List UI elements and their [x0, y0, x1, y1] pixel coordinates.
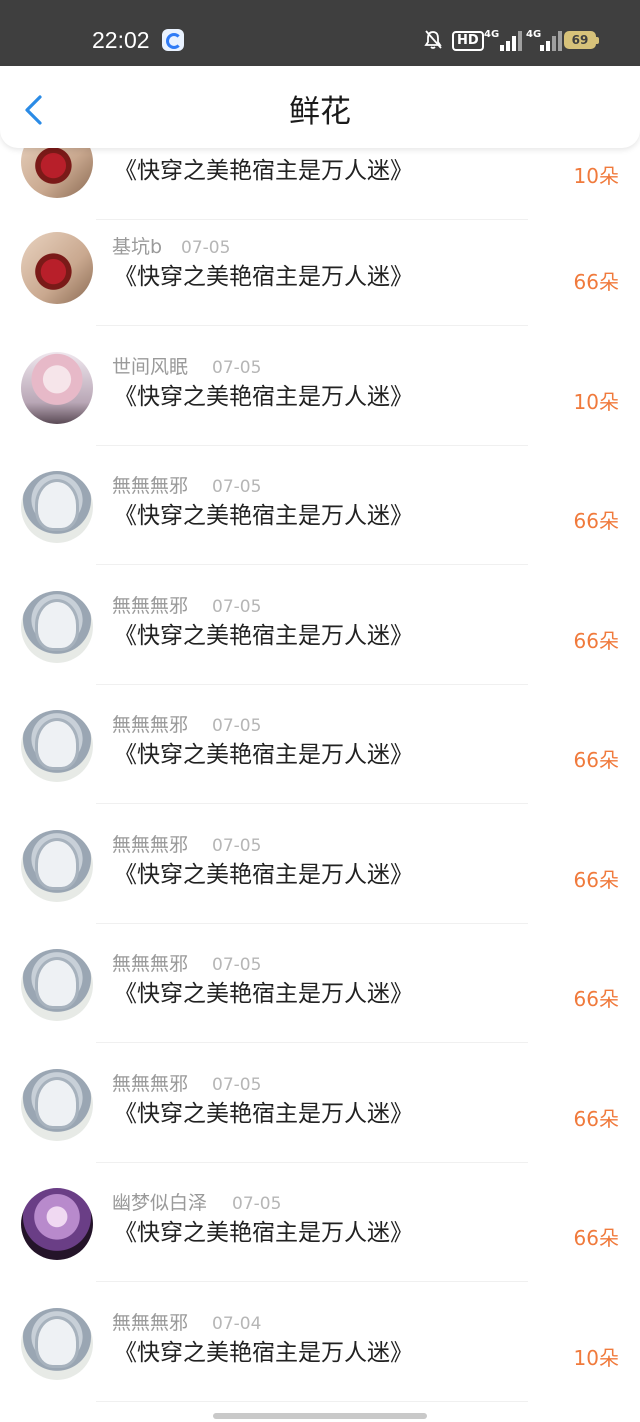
flower-amount: 66朵	[573, 270, 619, 294]
avatar[interactable]	[21, 591, 93, 663]
network-type: 4G	[484, 29, 500, 40]
user-name[interactable]: 無無無邪	[112, 1311, 188, 1335]
book-title[interactable]: 《快穿之美艳宿主是万人迷》	[114, 621, 413, 651]
flower-amount: 66朵	[573, 629, 619, 653]
home-indicator[interactable]	[213, 1413, 427, 1419]
user-name[interactable]: 無無無邪	[112, 713, 188, 737]
signal-icon: 4G	[484, 29, 522, 51]
list-item[interactable]: 無無無邪 07-05 《快穿之美艳宿主是万人迷》 66朵	[0, 684, 640, 804]
user-name[interactable]: 世间风眠	[112, 355, 188, 379]
signal-icon: 4G	[526, 29, 562, 51]
battery-icon: 69	[564, 31, 599, 49]
date: 07-05	[212, 1075, 262, 1095]
list-item[interactable]: 無無無邪 07-05 《快穿之美艳宿主是万人迷》 66朵	[0, 804, 640, 924]
bell-off-icon	[424, 30, 442, 49]
book-title[interactable]: 《快穿之美艳宿主是万人迷》	[114, 156, 413, 186]
network-type: 4G	[526, 29, 542, 40]
book-title[interactable]: 《快穿之美艳宿主是万人迷》	[114, 860, 413, 890]
list-item[interactable]: 無無無邪 07-05 《快穿之美艳宿主是万人迷》 66朵	[0, 565, 640, 685]
book-title[interactable]: 《快穿之美艳宿主是万人迷》	[114, 1338, 413, 1368]
app-notification-icon	[162, 29, 184, 51]
book-title[interactable]: 《快穿之美艳宿主是万人迷》	[114, 979, 413, 1009]
list-item[interactable]: 無無無邪 07-05 《快穿之美艳宿主是万人迷》 66朵	[0, 1043, 640, 1163]
user-name[interactable]: 無無無邪	[112, 474, 188, 498]
avatar[interactable]	[21, 1069, 93, 1141]
date: 07-05	[212, 716, 262, 736]
clock: 22:02	[92, 27, 150, 53]
list-item[interactable]: 無無無邪 07-05 《快穿之美艳宿主是万人迷》 66朵	[0, 923, 640, 1043]
nav-header: 鲜花	[0, 66, 640, 148]
list-item[interactable]: 幽梦似白泽 07-05 《快穿之美艳宿主是万人迷》 66朵	[0, 1162, 640, 1282]
avatar[interactable]	[21, 471, 93, 543]
date: 07-05	[212, 597, 262, 617]
flower-amount: 66朵	[573, 868, 619, 892]
date: 07-05	[232, 1194, 282, 1214]
flower-amount: 66朵	[573, 1107, 619, 1131]
book-title[interactable]: 《快穿之美艳宿主是万人迷》	[114, 382, 413, 412]
book-title[interactable]: 《快穿之美艳宿主是万人迷》	[114, 1218, 413, 1248]
avatar[interactable]	[21, 830, 93, 902]
flower-amount: 66朵	[573, 509, 619, 533]
book-title[interactable]: 《快穿之美艳宿主是万人迷》	[114, 262, 413, 292]
book-title[interactable]: 《快穿之美艳宿主是万人迷》	[114, 1099, 413, 1129]
list-item[interactable]: 無無無邪 07-05 《快穿之美艳宿主是万人迷》 66朵	[0, 445, 640, 565]
avatar[interactable]	[21, 710, 93, 782]
page-title: 鲜花	[289, 94, 351, 130]
list-item[interactable]: 世间风眠 07-05 《快穿之美艳宿主是万人迷》 10朵	[0, 326, 640, 446]
book-title[interactable]: 《快穿之美艳宿主是万人迷》	[114, 740, 413, 770]
avatar[interactable]	[21, 352, 93, 424]
list-item[interactable]: 基坑b 07-05 《快穿之美艳宿主是万人迷》 66朵	[0, 206, 640, 326]
user-name[interactable]: 無無無邪	[112, 833, 188, 857]
avatar[interactable]	[21, 1308, 93, 1380]
user-name[interactable]: 無無無邪	[112, 594, 188, 618]
avatar[interactable]	[21, 949, 93, 1021]
user-name[interactable]: 無無無邪	[112, 1072, 188, 1096]
list-item[interactable]: 無無無邪 07-04 《快穿之美艳宿主是万人迷》 10朵	[0, 1282, 640, 1402]
date: 07-04	[212, 1314, 262, 1334]
user-name[interactable]: 幽梦似白泽	[112, 1191, 207, 1215]
date: 07-05	[212, 477, 262, 497]
user-name[interactable]: 基坑b	[112, 235, 162, 259]
flower-amount: 66朵	[573, 987, 619, 1011]
avatar[interactable]	[21, 1188, 93, 1260]
date: 07-05	[212, 955, 262, 975]
flower-amount: 66朵	[573, 1226, 619, 1250]
divider	[96, 1401, 528, 1402]
status-bar: 22:02 HD 4G 4G 69	[0, 0, 640, 66]
hd-icon: HD	[452, 31, 484, 51]
flower-amount: 10朵	[573, 390, 619, 414]
date: 07-05	[181, 238, 231, 258]
date: 07-05	[212, 358, 262, 378]
flower-list: 《快穿之美艳宿主是万人迷》 10朵 基坑b 07-05 《快穿之美艳宿主是万人迷…	[0, 0, 640, 1410]
flower-amount: 10朵	[573, 1346, 619, 1370]
user-name[interactable]: 無無無邪	[112, 952, 188, 976]
flower-amount: 66朵	[573, 748, 619, 772]
book-title[interactable]: 《快穿之美艳宿主是万人迷》	[114, 501, 413, 531]
flower-amount: 10朵	[573, 164, 619, 188]
avatar[interactable]	[21, 232, 93, 304]
date: 07-05	[212, 836, 262, 856]
